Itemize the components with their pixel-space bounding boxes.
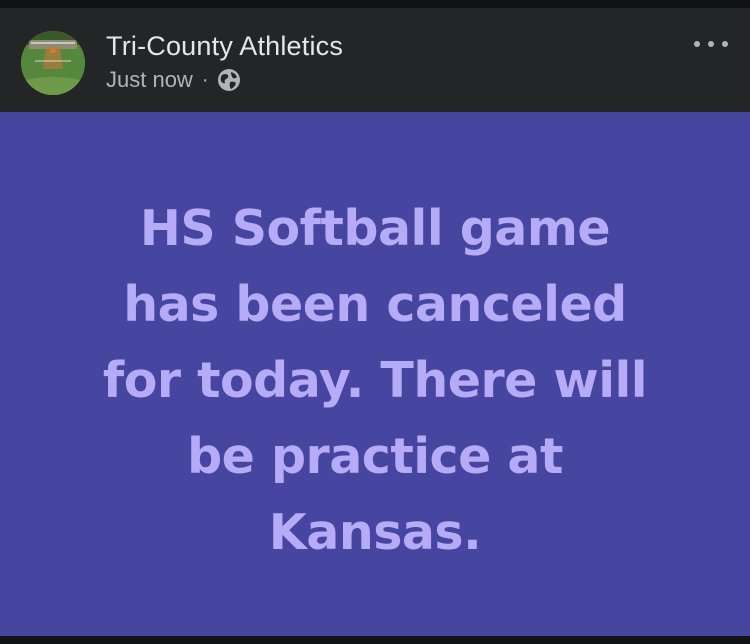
more-options-icon (708, 41, 714, 47)
ballfield-photo-icon (21, 31, 85, 95)
more-options-icon (722, 41, 728, 47)
page-name-link[interactable]: Tri-County Athletics (106, 31, 343, 62)
more-options-button[interactable] (694, 34, 728, 54)
page-avatar[interactable] (21, 31, 85, 95)
post-message-line: for today. There will (102, 352, 648, 409)
top-divider (0, 0, 750, 8)
post-message-line: Kansas. (268, 504, 482, 561)
post-meta: Just now · (106, 66, 241, 94)
meta-separator: · (201, 69, 209, 91)
globe-icon[interactable] (217, 68, 241, 92)
post-timestamp[interactable]: Just now (106, 67, 193, 93)
post-header: Tri-County Athletics Just now · (0, 8, 750, 112)
post-message-line: HS Softball game (139, 200, 611, 257)
post-message: HS Softball game has been canceled for t… (40, 191, 710, 571)
more-options-icon (694, 41, 700, 47)
bottom-divider (0, 636, 750, 644)
post-message-line: be practice at (187, 428, 563, 485)
post-message-line: has been canceled (123, 276, 627, 333)
post-background-card: HS Softball game has been canceled for t… (0, 112, 750, 636)
facebook-post-screen: Tri-County Athletics Just now · HS Softb… (0, 0, 750, 644)
